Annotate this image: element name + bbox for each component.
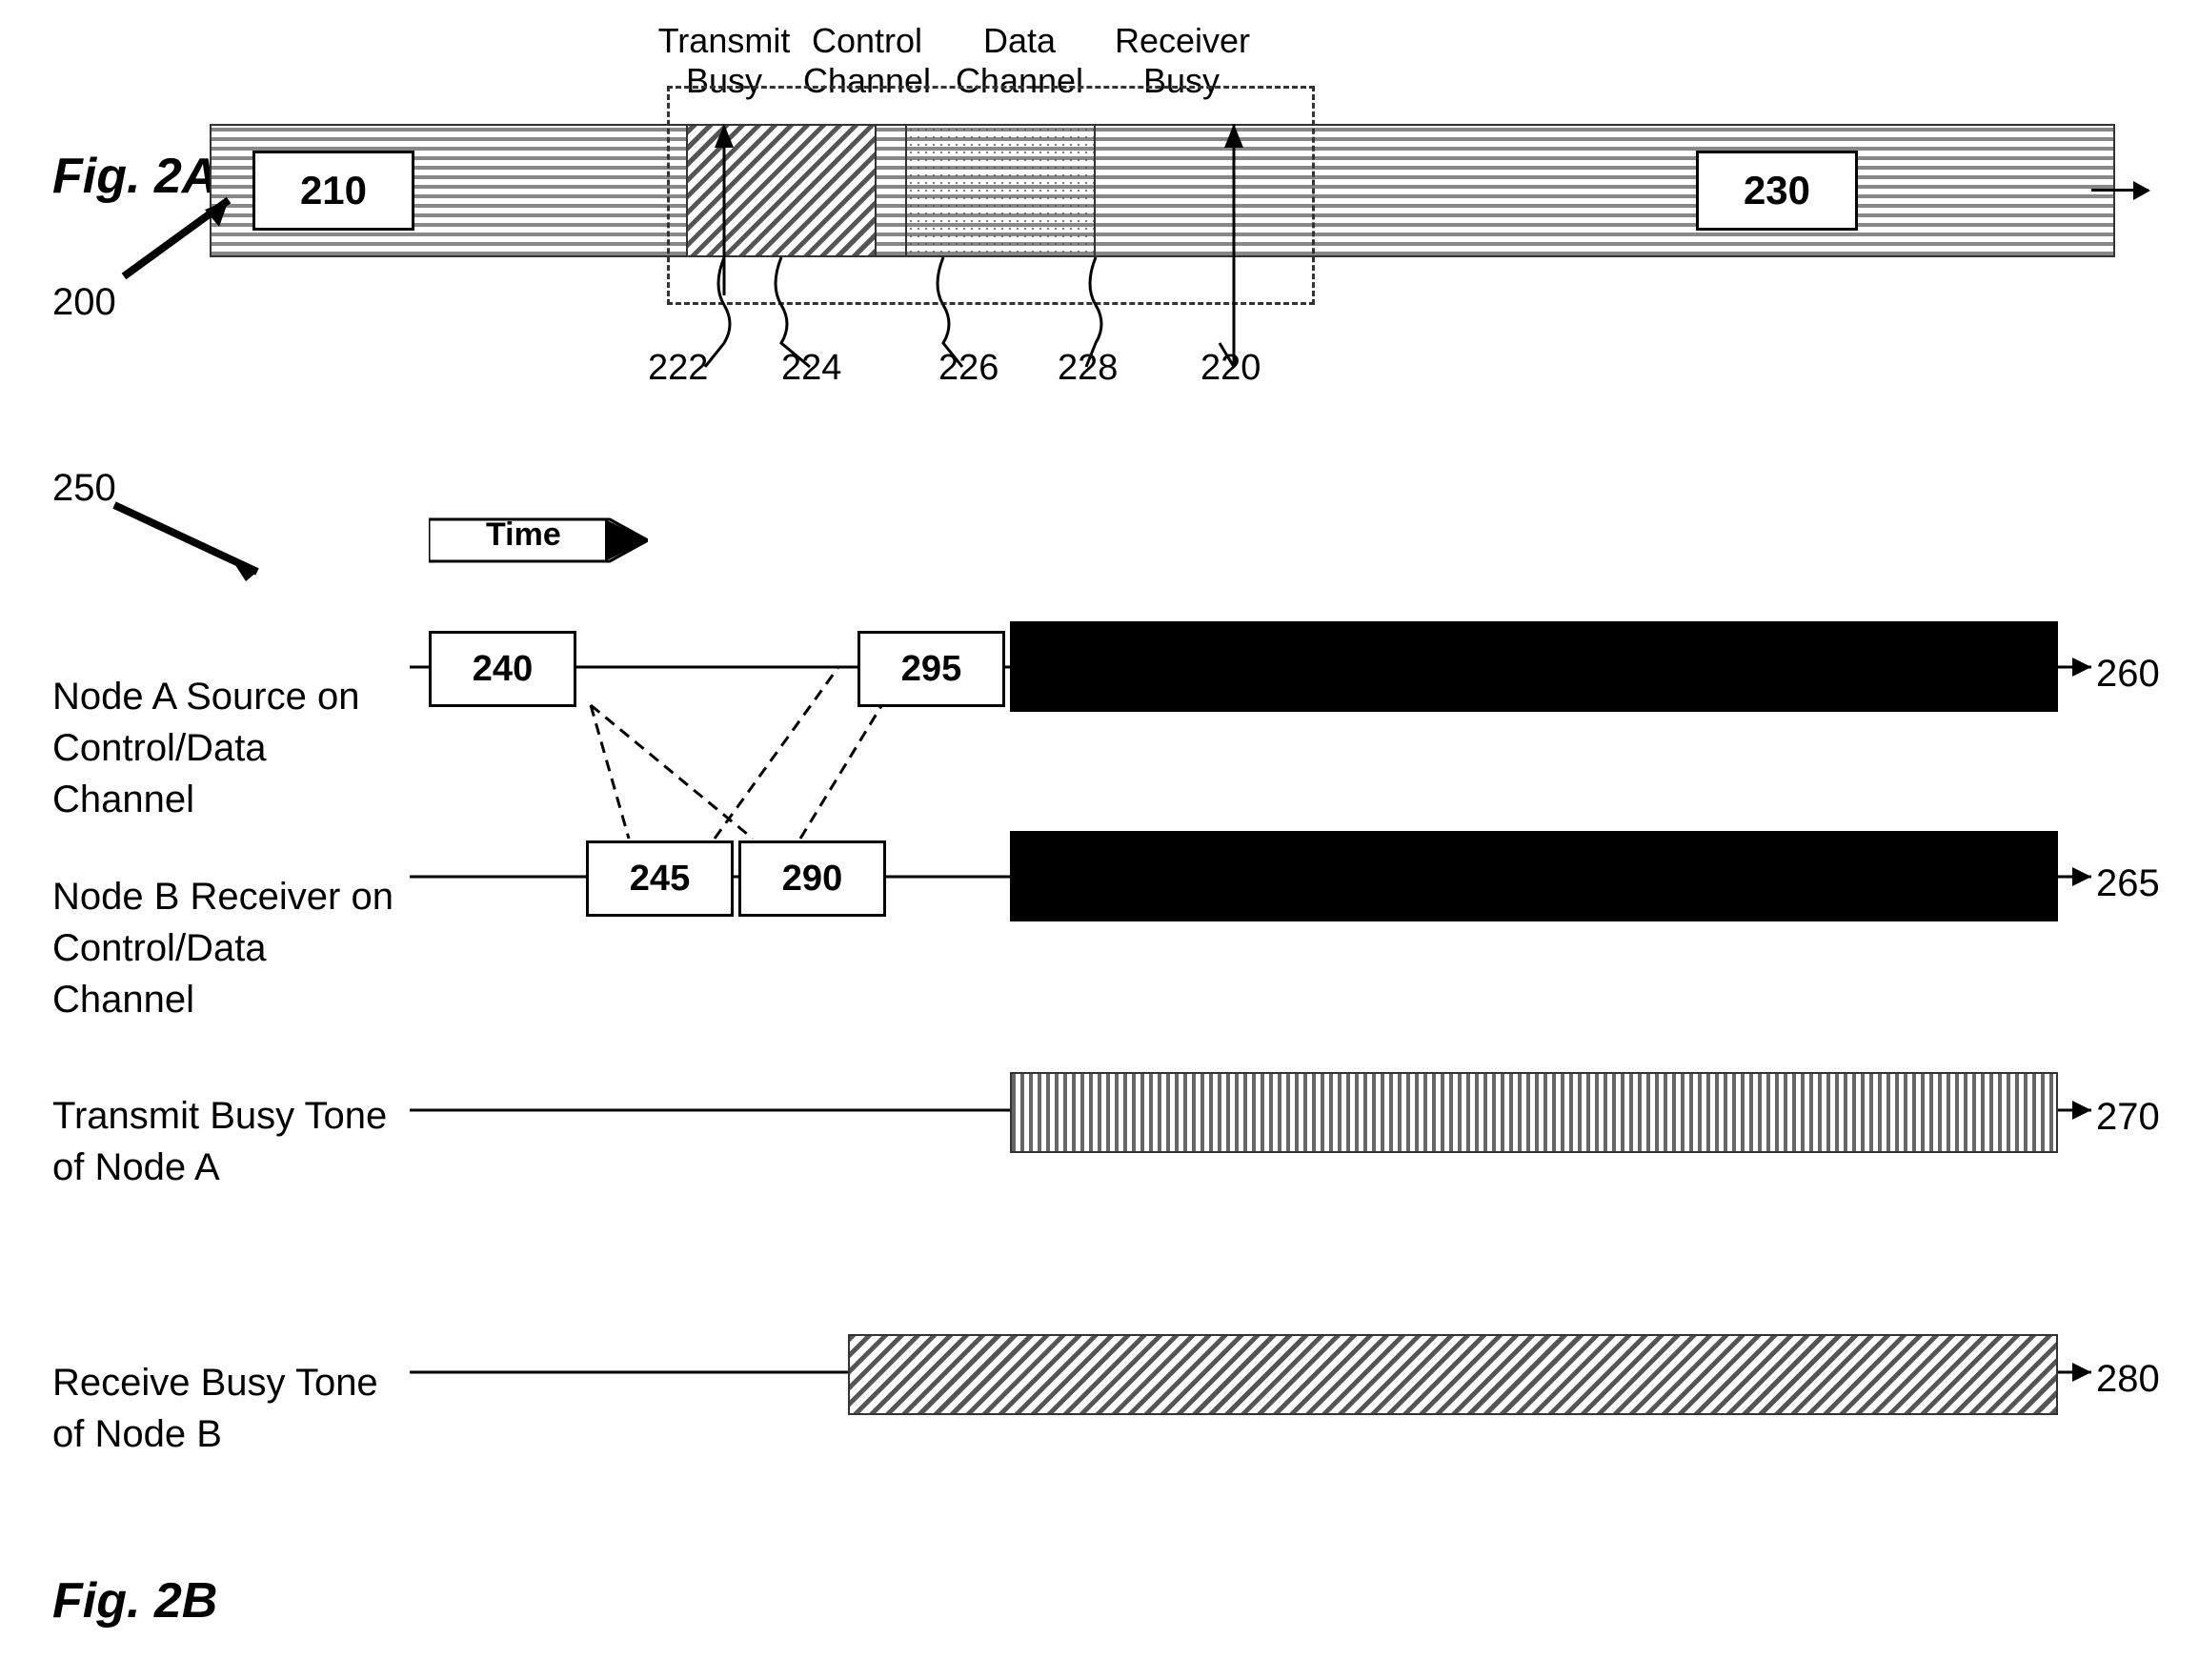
timeline-arrow-2a xyxy=(2091,189,2149,192)
control-channel-block xyxy=(686,124,877,257)
node-a-data-block xyxy=(1010,621,2058,712)
transmit-busy-tone-label: Transmit Busy Tone of Node A xyxy=(52,1039,395,1193)
ref-260: 260 xyxy=(2096,653,2160,696)
node-b-label: Node B Receiver on Control/Data Channel xyxy=(52,820,395,1025)
transmit-busy-tone-block xyxy=(1010,1072,2058,1153)
receive-busy-tone-block xyxy=(848,1334,2058,1415)
box-245: 245 xyxy=(586,840,734,917)
ref-222: 222 xyxy=(648,348,708,389)
ref-228: 228 xyxy=(1058,348,1118,389)
svg-text:Time: Time xyxy=(486,516,561,553)
box-210: 210 xyxy=(252,151,414,231)
node-a-label: Node A Source on Control/Data Channel xyxy=(52,619,395,825)
ref-220: 220 xyxy=(1200,348,1261,389)
ref-226: 226 xyxy=(938,348,999,389)
fig2b-label: Fig. 2B xyxy=(52,1572,217,1629)
ref-280: 280 xyxy=(2096,1358,2160,1401)
time-arrow-svg: Time xyxy=(429,510,648,572)
data-channel-block xyxy=(905,124,1096,257)
box-295: 295 xyxy=(857,631,1005,707)
ref-250: 250 xyxy=(52,467,116,510)
ref-224: 224 xyxy=(781,348,841,389)
ref-270: 270 xyxy=(2096,1096,2160,1139)
node-b-data-block xyxy=(1010,831,2058,921)
ref-200: 200 xyxy=(52,281,116,324)
box-290: 290 xyxy=(738,840,886,917)
receive-busy-tone-label: Receive Busy Tone of Node B xyxy=(52,1306,395,1460)
fig2a-label: Fig. 2A xyxy=(52,148,217,205)
ref-265: 265 xyxy=(2096,862,2160,905)
box-230: 230 xyxy=(1696,151,1858,231)
box-240: 240 xyxy=(429,631,576,707)
